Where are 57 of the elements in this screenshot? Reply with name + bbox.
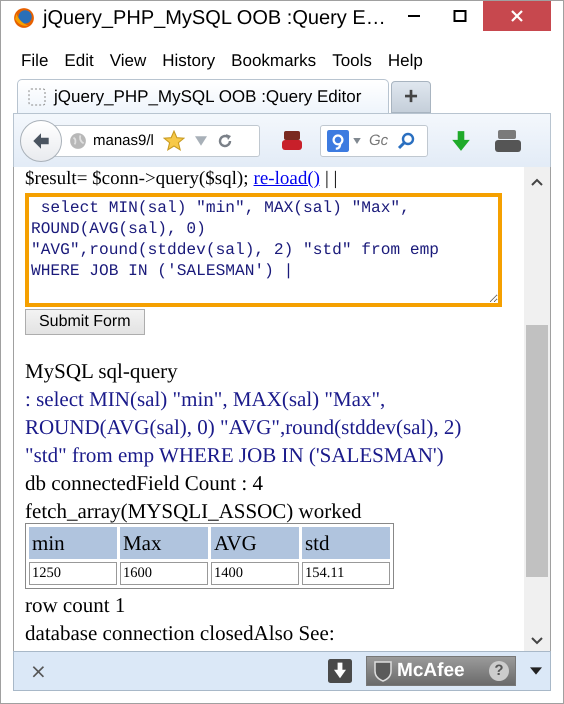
search-field[interactable]: Gc [320, 124, 428, 156]
scroll-down-icon[interactable] [531, 637, 543, 645]
star-icon[interactable] [163, 130, 185, 152]
menu-item[interactable]: File [13, 51, 56, 73]
download-icon[interactable] [328, 659, 352, 683]
output-text: row count 1 [25, 592, 126, 619]
table-cell: 154.11 [302, 562, 390, 585]
reload-link[interactable]: re-load() [254, 167, 320, 191]
output-text: db connectedField Count : 4 [25, 470, 264, 497]
address-field[interactable]: manas9/l [54, 124, 260, 156]
search-icon[interactable] [397, 132, 415, 150]
menu-item[interactable]: Edit [56, 51, 102, 73]
menu-item[interactable]: View [102, 51, 154, 73]
menu-item[interactable]: History [154, 51, 224, 73]
menu-item[interactable]: Bookmarks [223, 51, 324, 73]
close-icon [510, 9, 524, 23]
column-header: min [29, 527, 117, 559]
help-icon[interactable]: ? [489, 661, 509, 681]
browser-tab[interactable]: jQuery_PHP_MySQL OOB :Query Editor [17, 79, 389, 113]
submit-button[interactable]: Submit Form [25, 309, 145, 335]
video-icon[interactable] [494, 128, 522, 154]
back-button[interactable] [20, 120, 62, 162]
close-button[interactable] [483, 1, 551, 31]
video-icon[interactable] [280, 128, 304, 152]
shield-icon [373, 660, 393, 682]
table-cell: 1250 [29, 562, 117, 585]
caret-icon[interactable] [530, 667, 542, 675]
column-header: Max [120, 527, 208, 559]
menu-item[interactable]: Tools [324, 51, 380, 73]
mcafee-button[interactable]: McAfee ? [366, 656, 516, 686]
url-text: manas9/l [93, 132, 155, 149]
close-button[interactable]: × [30, 659, 47, 683]
scrollbar[interactable] [524, 167, 550, 651]
column-header: std [302, 527, 390, 559]
window-title: jQuery_PHP_MySQL OOB :Query E… [43, 6, 387, 30]
table-cell: 1600 [120, 562, 208, 585]
query-text: : select MIN(sal) "min", MAX(sal) "Max", ROUND(AVG(sal), 0) "AVG",round(stddev(sal), 2) "std" from emp WHERE JOB IN ('SALESMAN') [25, 386, 462, 469]
column-header: AVG [211, 527, 299, 559]
query-field[interactable]: select MIN(sal) "min", MAX(sal) "Max", ROUND(AVG(sal), 0) "AVG",round(stddev(sal), 2) "std" from emp WHERE JOB IN ('SALESMAN') | [25, 193, 502, 307]
scroll-up-icon[interactable] [531, 178, 543, 186]
code-text: $result= $conn->query($sql); [25, 167, 249, 191]
separator-text: | | [325, 167, 338, 191]
menu-item[interactable]: Help [380, 51, 431, 73]
output-text: fetch_array(MYSQLI_ASSOC) worked [25, 498, 363, 525]
firefox-icon [13, 7, 35, 29]
dropdown-icon[interactable] [353, 138, 361, 144]
reload-icon[interactable] [217, 132, 233, 148]
table-cell: 1400 [211, 562, 299, 585]
new-tab-button[interactable]: + [391, 81, 431, 113]
google-icon[interactable] [327, 130, 349, 152]
output-text: database connection closedAlso See: [25, 620, 336, 647]
scrollbar-thumb[interactable] [526, 325, 548, 577]
search-placeholder: Gc [369, 132, 390, 149]
globe-icon [69, 132, 87, 150]
page-icon [28, 88, 46, 106]
output-text: MySQL sql-query [25, 358, 179, 385]
maximize-icon [453, 9, 467, 23]
